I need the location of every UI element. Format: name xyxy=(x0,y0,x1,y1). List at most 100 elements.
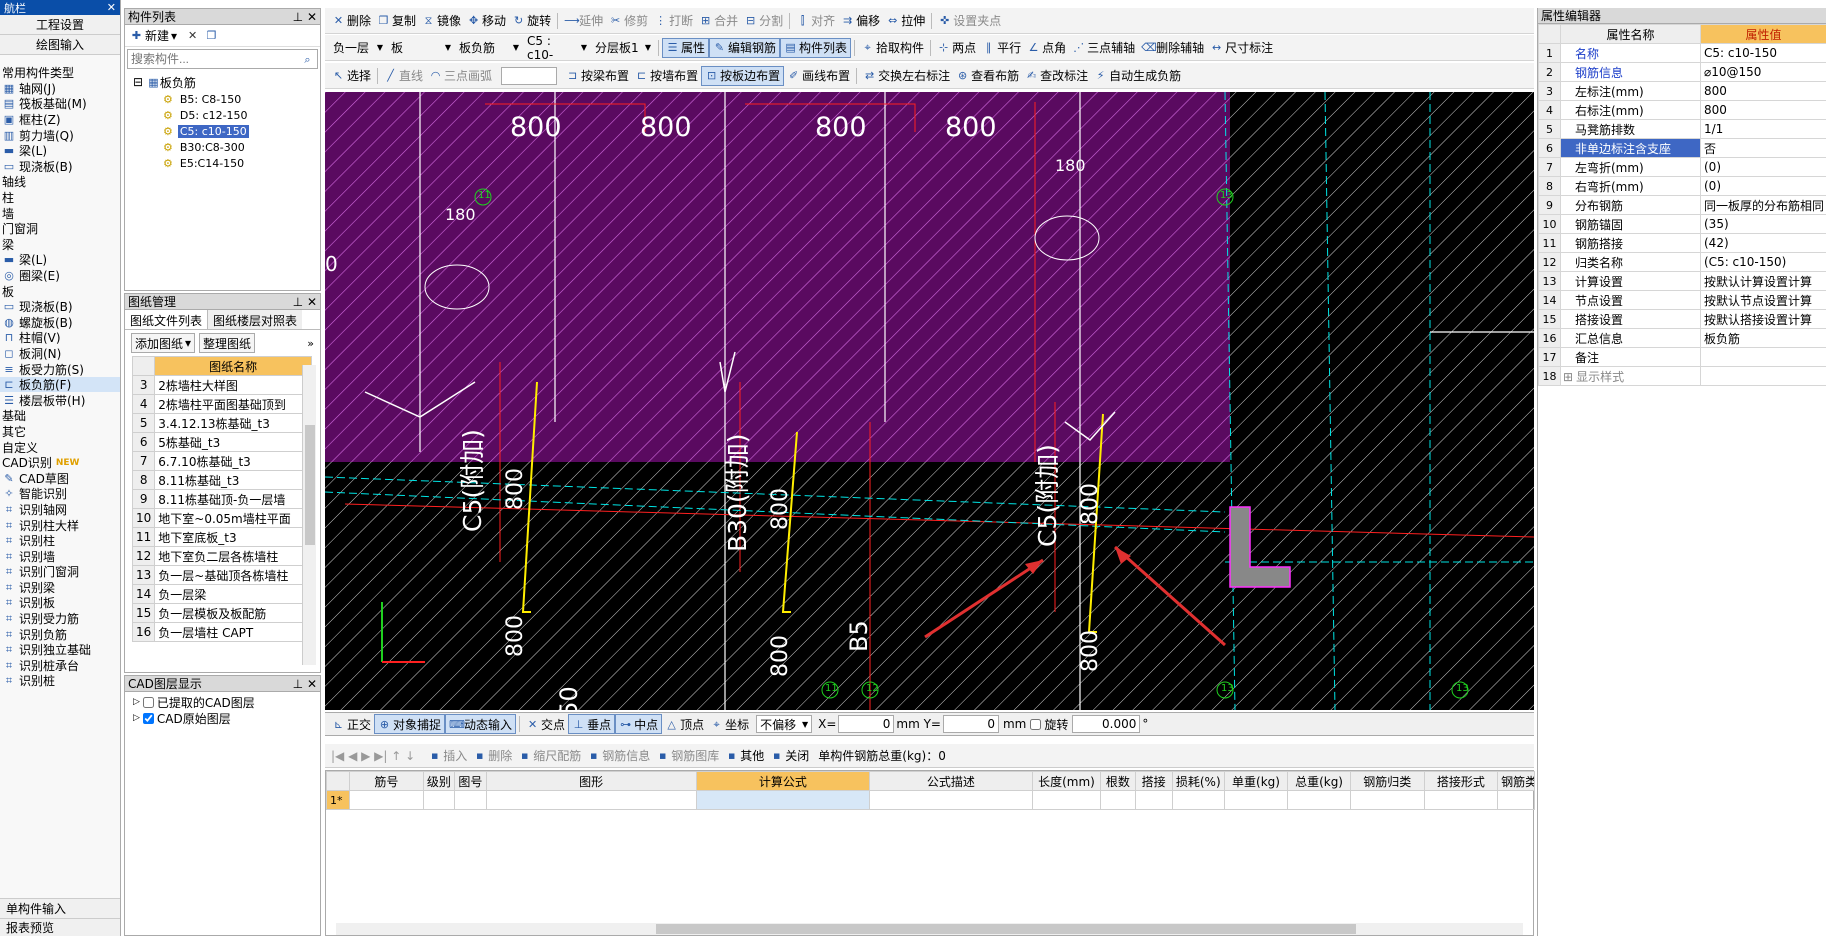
table-row[interactable]: 88.11栋基础_t3 xyxy=(133,471,312,490)
property-row[interactable]: 17备注 xyxy=(1539,348,1826,367)
nav-arrows[interactable]: |◀ ◀ ▶ ▶| ↑ ↓ xyxy=(331,749,415,763)
ortho-button[interactable]: ⊾正交 xyxy=(329,714,374,734)
expand-icon[interactable]: ▷ xyxy=(133,697,140,707)
point-angle-button[interactable]: ∠点角 xyxy=(1024,38,1069,58)
nav-item[interactable]: ▭现浇板(B) xyxy=(0,299,120,315)
property-row[interactable]: 6非单边标注含支座否 xyxy=(1539,139,1826,158)
nav-item[interactable]: 轴线 xyxy=(0,174,120,190)
copy-icon[interactable]: ❐ xyxy=(205,29,218,42)
property-row[interactable]: 7左弯折(mm)(0) xyxy=(1539,158,1826,177)
delete-button[interactable]: ✕删除 xyxy=(329,11,374,31)
property-value[interactable]: 按默认节点设置计算 xyxy=(1701,291,1826,310)
midpoint-button[interactable]: ⊶中点 xyxy=(615,714,662,734)
trim-button[interactable]: ✂修剪 xyxy=(606,11,651,31)
toolbar-select[interactable]: 负一层▼ xyxy=(329,39,387,57)
nav-item[interactable]: ⌗识别柱 xyxy=(0,533,120,549)
property-value[interactable]: 800 xyxy=(1701,82,1826,101)
nav-button-single-input[interactable]: 单构件输入 xyxy=(0,898,120,918)
rebar-tool-button[interactable]: ▪插入 xyxy=(425,746,470,766)
nav-item[interactable]: 板 xyxy=(0,283,120,299)
component-search-input[interactable] xyxy=(128,50,298,68)
drawing-table-scrollbar[interactable] xyxy=(302,365,316,665)
property-row[interactable]: 8右弯折(mm)(0) xyxy=(1539,177,1826,196)
nav-item[interactable]: ⌗识别梁 xyxy=(0,580,120,596)
y-coordinate-input[interactable]: 0 xyxy=(943,715,999,733)
nav-item[interactable]: CAD识别NEW xyxy=(0,455,120,471)
style-select[interactable] xyxy=(501,67,557,85)
snap-button[interactable]: ⊕对象捕捉 xyxy=(374,714,445,734)
rebar-tool-button[interactable]: ▪其他 xyxy=(722,746,767,766)
nav-item[interactable]: ⌗识别轴网 xyxy=(0,502,120,518)
component-item[interactable]: ⚙B30:C8-300 xyxy=(133,139,320,155)
table-row[interactable]: 98.11栋基础顶-负一层墙 xyxy=(133,490,312,509)
edit-rebar-button[interactable]: ✎编辑钢筋 xyxy=(709,38,780,58)
align-button[interactable]: ⫿对齐 xyxy=(793,11,838,31)
expand-icon[interactable]: ▷ xyxy=(133,713,140,723)
rotate-checkbox[interactable] xyxy=(1030,719,1041,730)
property-value[interactable]: C5: c10-150 xyxy=(1701,44,1826,63)
nav-item[interactable]: ⌗识别板 xyxy=(0,595,120,611)
nav-item[interactable]: 其它 xyxy=(0,424,120,440)
rotate-button[interactable]: ↻旋转 xyxy=(509,11,554,31)
nav-item[interactable]: 梁 xyxy=(0,237,120,253)
nav-item[interactable]: 基础 xyxy=(0,408,120,424)
three-point-button[interactable]: ⋰三点辅轴 xyxy=(1069,38,1138,58)
rebar-table-scrollbar[interactable] xyxy=(336,923,1523,935)
nav-item[interactable]: ⌗识别桩承台 xyxy=(0,658,120,674)
toolbar-select[interactable]: 板负筋▼ xyxy=(455,39,523,57)
property-row[interactable]: 1名称C5: c10-150 xyxy=(1539,44,1826,63)
property-row[interactable]: 14节点设置按默认节点设置计算 xyxy=(1539,291,1826,310)
nav-item[interactable]: ▬梁(L) xyxy=(0,143,120,159)
nav-item[interactable]: ▬梁(L) xyxy=(0,252,120,268)
property-value[interactable]: (C5: c10-150) xyxy=(1701,253,1826,272)
table-row[interactable]: 10地下室~0.05m墙柱平面 xyxy=(133,509,312,528)
organize-drawing-button[interactable]: 整理图纸 xyxy=(199,333,255,353)
property-row[interactable]: 2钢筋信息⌀10@150 xyxy=(1539,63,1826,82)
rebar-cell[interactable] xyxy=(1288,791,1351,810)
dimension-button[interactable]: ↔尺寸标注 xyxy=(1207,38,1276,58)
beam-layout-button[interactable]: ⊐按梁布置 xyxy=(563,66,632,86)
rebar-tool-button[interactable]: ▪钢筋信息 xyxy=(584,746,653,766)
property-value[interactable]: ⌀10@150 xyxy=(1701,63,1826,82)
rebar-cell[interactable] xyxy=(1225,791,1288,810)
arc-button[interactable]: ◠三点画弧 xyxy=(426,66,495,86)
nav-item[interactable]: 柱 xyxy=(0,190,120,206)
property-value[interactable]: 同一板厚的分布筋相同 xyxy=(1701,196,1826,215)
parallel-button[interactable]: ∥平行 xyxy=(979,38,1024,58)
offset-select[interactable]: 不偏移▼ xyxy=(756,715,812,733)
select-button[interactable]: ↖选择 xyxy=(329,66,374,86)
table-row[interactable]: 16负一层墙柱 CAPT xyxy=(133,623,312,642)
property-row[interactable]: 9分布钢筋同一板厚的分布筋相同 xyxy=(1539,196,1826,215)
x-coordinate-input[interactable]: 0 xyxy=(838,715,894,733)
property-value[interactable]: 板负筋 xyxy=(1701,329,1826,348)
layer-checkbox[interactable] xyxy=(143,697,154,708)
nav-item[interactable]: ▥剪力墙(Q) xyxy=(0,127,120,143)
intersect-button[interactable]: ✕交点 xyxy=(523,714,568,734)
nav-item[interactable]: 常用构件类型 xyxy=(0,65,120,81)
property-value[interactable]: 按默认搭接设置计算 xyxy=(1701,310,1826,329)
tab-floor-mapping[interactable]: 图纸楼层对照表 xyxy=(208,310,302,329)
component-item[interactable]: ⚙E5:C14-150 xyxy=(133,155,320,171)
table-row[interactable]: 12地下室负二层各栋墙柱 xyxy=(133,547,312,566)
add-drawing-button[interactable]: 添加图纸▾ xyxy=(131,333,195,353)
close-icon[interactable]: ✕ xyxy=(107,1,116,14)
property-value[interactable]: (35) xyxy=(1701,215,1826,234)
property-row[interactable]: 4右标注(mm)800 xyxy=(1539,101,1826,120)
property-row[interactable]: 12归类名称(C5: c10-150) xyxy=(1539,253,1826,272)
new-component-button[interactable]: ✚新建▾ xyxy=(127,26,180,46)
toolbar-select[interactable]: 分层板1▼ xyxy=(591,39,655,57)
offset-button[interactable]: ⇉偏移 xyxy=(838,11,883,31)
extend-button[interactable]: ⟶延伸 xyxy=(561,11,606,31)
nav-item[interactable]: ⌗识别柱大样 xyxy=(0,517,120,533)
rebar-cell[interactable] xyxy=(1172,791,1225,810)
rebar-cell[interactable] xyxy=(1032,791,1100,810)
pick-button[interactable]: ⌖拾取构件 xyxy=(858,38,927,58)
table-row[interactable]: 76.7.10栋基础_t3 xyxy=(133,452,312,471)
nav-item[interactable]: ⊓柱帽(V) xyxy=(0,330,120,346)
swap-button[interactable]: ⇄交换左右标注 xyxy=(860,66,953,86)
break-button[interactable]: ⋮打断 xyxy=(651,11,696,31)
toolbar-select[interactable]: 板▼ xyxy=(387,39,455,57)
rebar-tool-button[interactable]: ▪缩尺配筋 xyxy=(515,746,584,766)
rebar-cell[interactable] xyxy=(1135,791,1172,810)
list-button[interactable]: ▤构件列表 xyxy=(780,38,851,58)
